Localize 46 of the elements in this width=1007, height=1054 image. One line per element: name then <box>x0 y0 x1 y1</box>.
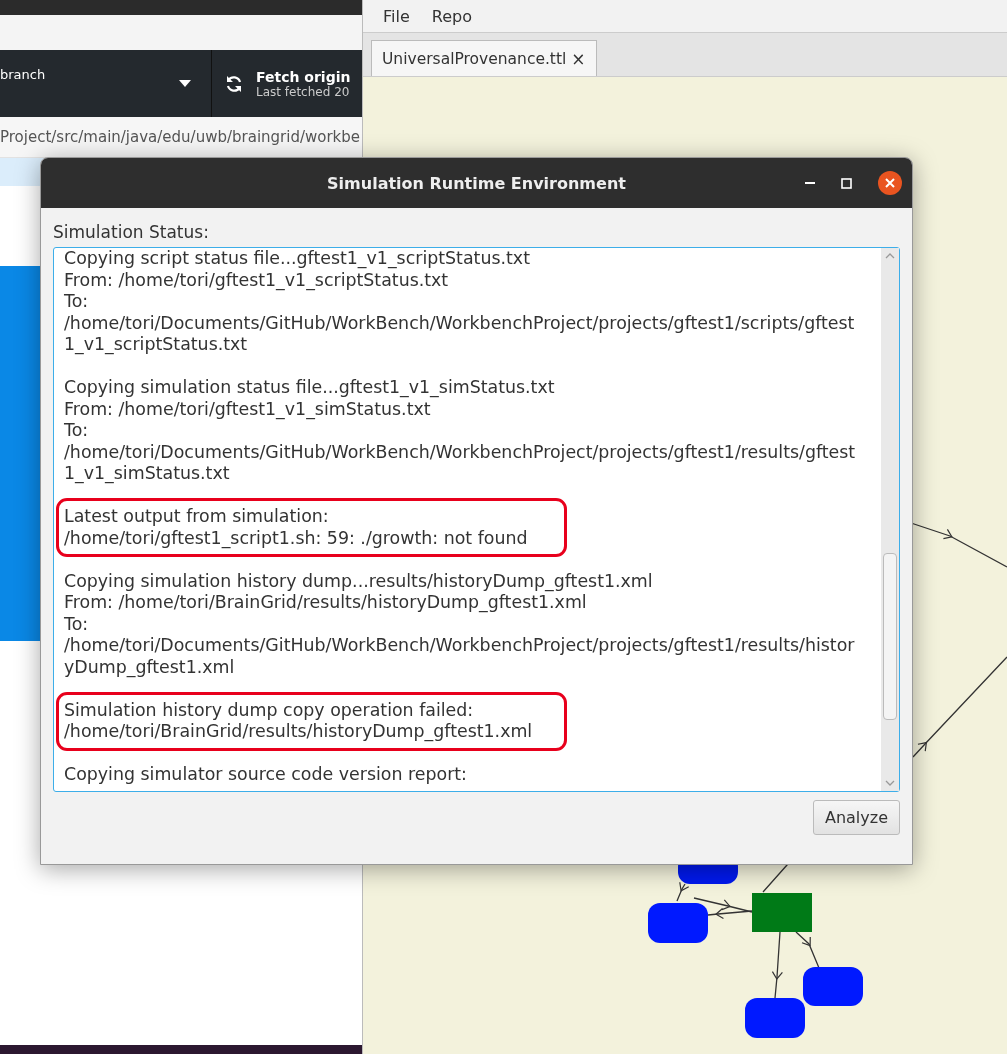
scroll-up-icon[interactable] <box>885 253 895 259</box>
scroll-down-icon[interactable] <box>885 780 895 786</box>
fetch-button[interactable]: Fetch origin Last fetched 20 <box>212 50 362 117</box>
graph-node <box>803 967 863 1006</box>
log-line: Copying simulator source code version report: <box>64 764 467 786</box>
log-line: To: <box>64 291 90 313</box>
log-line: To: <box>64 613 90 635</box>
menu-item[interactable]: Repo <box>425 6 478 26</box>
log-line: From: /home/tori/BrainGrid/results/historyDump_gftest1.xml <box>64 592 588 614</box>
log-line: yDump_gftest1.xml <box>64 656 236 678</box>
log-line: From: /home/tori/gftest1_v1_simStatus.txt <box>64 398 432 420</box>
caret-icon <box>179 80 191 87</box>
scroll-thumb[interactable] <box>883 553 897 720</box>
log-line: /home/tori/Documents/GitHub/WorkBench/WorkbenchProject/projects/gftest1/results/histor <box>64 635 855 657</box>
graph-edge <box>676 882 689 902</box>
status-text-area[interactable] <box>53 247 900 792</box>
log-line: /home/tori/Documents/GitHub/WorkBench/WorkbenchProject/projects/gftest1/scripts/gftest <box>64 312 855 334</box>
file-tab[interactable]: UniversalProvenance.ttl × <box>371 40 597 76</box>
close-icon[interactable] <box>878 171 902 195</box>
log-line: Copying simulation history dump...results/historyDump_gftest1.xml <box>64 570 654 592</box>
scrollbar[interactable] <box>881 248 899 791</box>
graph-node <box>745 998 805 1038</box>
tab-label: UniversalProvenance.ttl <box>382 49 567 68</box>
log-line: To: <box>64 420 90 442</box>
log-line: 1_v1_simStatus.txt <box>64 463 231 485</box>
tab-close-button[interactable]: × <box>571 48 586 69</box>
log-line: /home/tori/Documents/GitHub/WorkBench/WorkbenchProject/projects/gftest1/results/gftest <box>64 441 856 463</box>
maximize-icon[interactable] <box>841 177 852 189</box>
sync-icon <box>225 74 243 93</box>
graph-node <box>752 893 812 932</box>
log-line: Copying simulation status file...gftest1_v1_simStatus.txt <box>64 377 556 399</box>
log-line: Latest output from simulation: <box>64 506 330 528</box>
log-line: /home/tori/gftest1_script1.sh: 59: ./growth: not found <box>64 527 529 549</box>
log-line: /home/tori/BrainGrid/results/historyDump_gftest1.xml <box>64 721 534 743</box>
graph-node <box>648 903 708 943</box>
graph-edge <box>795 931 820 969</box>
status-label: Simulation Status: <box>53 222 210 244</box>
log-line: From: /home/tori/gftest1_v1_scriptStatus.txt <box>64 269 450 291</box>
log-line: Copying script status file...gftest1_v1_scriptStatus.txt <box>64 248 531 270</box>
log-line: 1_v1_scriptStatus.txt <box>64 334 249 356</box>
file-path: Project/src/main/java/edu/uwb/braingrid/workbe <box>0 128 361 146</box>
analyze-button[interactable]: Analyze <box>812 800 900 835</box>
window-title: Simulation Runtime Environment <box>327 173 626 193</box>
log-line: Simulation history dump copy operation failed: <box>64 699 475 721</box>
menu-item[interactable]: File <box>377 6 416 26</box>
graph-edge <box>772 931 783 999</box>
